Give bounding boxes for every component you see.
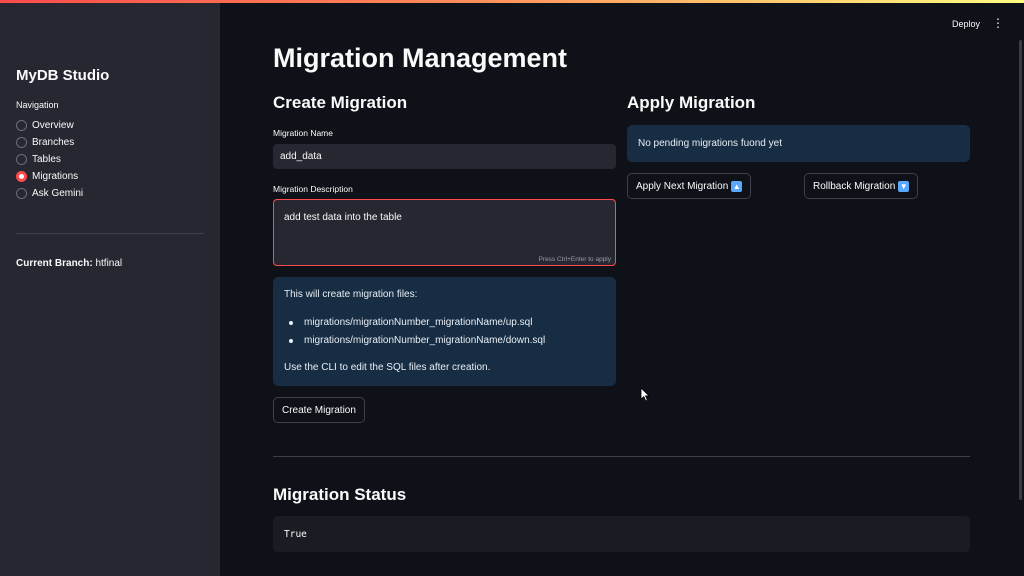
textarea-hint: Press Ctrl+Enter to apply xyxy=(538,256,611,263)
navigation-label: Navigation xyxy=(16,100,59,110)
sidebar-item-label: Migrations xyxy=(32,171,79,182)
button-label: Create Migration xyxy=(282,404,356,416)
info-box: This will create migration files: migrat… xyxy=(273,277,616,386)
navigation-radio-group: Overview Branches Tables Migrations Ask … xyxy=(16,117,83,202)
sidebar-item-label: Overview xyxy=(32,120,74,131)
button-label: Rollback Migration xyxy=(813,180,896,192)
migration-status-code: True xyxy=(273,516,970,552)
info-intro: This will create migration files: xyxy=(284,289,418,300)
list-item: migrations/migrationNumber_migrationName… xyxy=(284,317,605,335)
section-divider xyxy=(273,456,970,457)
sidebar-item-label: Ask Gemini xyxy=(32,188,84,199)
kebab-menu-icon[interactable]: ⋮ xyxy=(992,16,1004,30)
info-note: Use the CLI to edit the SQL files after … xyxy=(284,362,491,373)
mouse-pointer-icon xyxy=(640,387,650,402)
page-title: Migration Management xyxy=(273,43,568,73)
deploy-button[interactable]: Deploy xyxy=(946,17,986,31)
radio-icon[interactable] xyxy=(16,137,27,148)
pending-migrations-alert: No pending migrations fuond yet xyxy=(627,125,970,162)
migration-description-label: Migration Description xyxy=(273,184,353,194)
migration-description-field: add test data into the table Press Ctrl+… xyxy=(273,199,616,266)
current-branch-label: Current Branch: xyxy=(16,258,93,269)
create-migration-button[interactable]: Create Migration xyxy=(273,397,365,423)
up-arrow-icon xyxy=(731,180,743,192)
button-label: Apply Next Migration xyxy=(636,180,729,192)
radio-icon[interactable] xyxy=(16,154,27,165)
radio-icon[interactable] xyxy=(16,120,27,131)
sidebar-item-label: Tables xyxy=(32,154,61,165)
scrollbar[interactable] xyxy=(1019,40,1022,500)
sidebar-item-overview[interactable]: Overview xyxy=(16,117,83,134)
top-decoration-bar xyxy=(0,0,1024,3)
migration-name-input[interactable] xyxy=(273,144,616,169)
sidebar-item-tables[interactable]: Tables xyxy=(16,151,83,168)
migration-name-label: Migration Name xyxy=(273,128,333,138)
apply-next-migration-button[interactable]: Apply Next Migration xyxy=(627,173,752,199)
sidebar-item-migrations[interactable]: Migrations xyxy=(16,168,83,185)
apply-migration-heading: Apply Migration xyxy=(627,93,756,112)
radio-icon[interactable] xyxy=(16,188,27,199)
info-file-list: migrations/migrationNumber_migrationName… xyxy=(284,317,605,353)
down-arrow-icon xyxy=(898,180,910,192)
rollback-migration-button[interactable]: Rollback Migration xyxy=(804,173,919,199)
sidebar-title: MyDB Studio xyxy=(16,67,110,84)
status-value: True xyxy=(284,528,307,540)
list-item: migrations/migrationNumber_migrationName… xyxy=(284,335,605,353)
migration-status-heading: Migration Status xyxy=(273,485,407,504)
app-window: MyDB Studio Navigation Overview Branches… xyxy=(0,0,1024,576)
sidebar-divider xyxy=(16,233,204,234)
radio-selected-icon[interactable] xyxy=(16,171,27,182)
sidebar-item-label: Branches xyxy=(32,137,75,148)
sidebar: MyDB Studio Navigation Overview Branches… xyxy=(0,0,220,576)
sidebar-item-ask-gemini[interactable]: Ask Gemini xyxy=(16,185,83,202)
create-migration-heading: Create Migration xyxy=(273,93,408,112)
pending-message: No pending migrations fuond yet xyxy=(638,138,782,149)
current-branch-value: htfinal xyxy=(95,258,123,269)
current-branch: Current Branch: htfinal xyxy=(16,258,122,269)
sidebar-item-branches[interactable]: Branches xyxy=(16,134,83,151)
